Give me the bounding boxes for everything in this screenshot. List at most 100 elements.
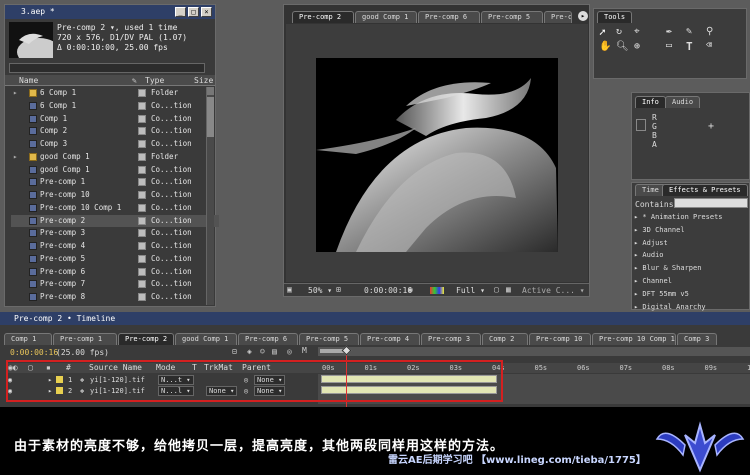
minimize-button[interactable]: _ — [175, 7, 186, 17]
pen-tool-icon[interactable]: ✒ — [666, 26, 672, 37]
label-color-swatch[interactable] — [138, 127, 146, 136]
timeline-tab[interactable]: Comp 3 — [677, 333, 717, 345]
comp-tab[interactable]: Pre-comp 2 — [292, 11, 354, 23]
project-item[interactable]: Pre-comp 6 Co...tion — [11, 266, 219, 279]
label-color-swatch[interactable] — [138, 89, 146, 97]
motion-blur-icon[interactable]: ◎ — [287, 347, 292, 356]
zoom-tool-icon[interactable]: 🔍︎ — [616, 41, 629, 52]
project-search-input[interactable] — [9, 63, 205, 73]
timeline-tab[interactable]: Comp 2 — [482, 333, 528, 345]
project-item[interactable]: Comp 2 Co...tion — [11, 125, 219, 138]
column-type[interactable]: Type — [145, 76, 164, 85]
comp-tab[interactable]: Pre-comp — [544, 11, 572, 23]
tab-info[interactable]: Info — [635, 96, 666, 108]
text-tool-icon[interactable]: T — [686, 40, 693, 53]
selection-tool-icon[interactable]: ➚ — [599, 26, 606, 39]
safe-zones-icon[interactable]: ⊞ — [336, 285, 341, 294]
project-item[interactable]: Pre-comp 3 Co...tion — [11, 227, 219, 240]
brush-tool-icon[interactable]: ✎ — [686, 26, 692, 37]
clone-stamp-tool-icon[interactable]: ⚲ — [706, 26, 713, 37]
label-color-swatch[interactable] — [138, 293, 146, 301]
timeline-tab[interactable]: Pre-comp 6 — [238, 333, 298, 345]
orbit-camera-tool-icon[interactable]: ⊕ — [634, 41, 640, 52]
project-item[interactable]: Pre-comp 10 Comp 1 Co...tion — [11, 202, 219, 215]
channel-colors-icon[interactable] — [430, 287, 444, 294]
label-color-swatch[interactable] — [138, 229, 146, 238]
contains-search-input[interactable] — [674, 198, 748, 208]
timeline-tab[interactable]: good Comp 1 — [175, 333, 237, 345]
label-color-swatch[interactable] — [138, 140, 146, 148]
comp-options-arrow-icon[interactable]: ▸ — [578, 11, 588, 21]
column-name[interactable]: Name — [19, 76, 38, 85]
tab-audio[interactable]: Audio — [665, 96, 701, 108]
timeline-tab[interactable]: Pre-comp 10 Comp 1 — [592, 333, 676, 345]
label-color-swatch[interactable] — [138, 216, 146, 225]
mask-tool-icon[interactable]: ▭ — [666, 40, 672, 51]
project-item[interactable]: ▸ 6 Comp 1 Folder — [11, 87, 219, 100]
project-item[interactable]: Pre-comp 1 Co...tion — [11, 176, 219, 189]
draft-3d-icon[interactable]: ◈ — [247, 347, 252, 356]
label-color-swatch[interactable] — [138, 203, 146, 212]
expand-arrow-icon[interactable]: ▸ — [13, 87, 18, 99]
resolution-dropdown[interactable]: Full ▾ — [456, 286, 485, 295]
timeline-current-time[interactable]: 0:00:00:16 — [10, 348, 58, 357]
timeline-titlebar[interactable]: Pre-comp 2 • Timeline — [0, 312, 750, 325]
project-item[interactable]: Comp 1 Co...tion — [11, 113, 219, 126]
label-color-swatch[interactable] — [138, 254, 146, 263]
comp-tab[interactable]: Pre-comp 5 — [481, 11, 543, 23]
effects-category[interactable]: ▸ 3D Channel — [634, 224, 685, 237]
effects-category[interactable]: ▸ Adjust — [634, 237, 668, 250]
tab-effects-presets[interactable]: Effects & Presets — [662, 184, 748, 196]
transparency-grid-icon[interactable]: ▦ — [506, 285, 511, 294]
comp-canvas[interactable] — [286, 24, 588, 282]
label-color-swatch[interactable] — [138, 191, 146, 199]
project-item[interactable]: Pre-comp 7 Co...tion — [11, 278, 219, 291]
label-color-swatch[interactable] — [138, 242, 146, 250]
project-item[interactable]: ▸ good Comp 1 Folder — [11, 151, 219, 164]
eraser-tool-icon[interactable]: ⌫ — [706, 40, 712, 51]
tab-tools[interactable]: Tools — [597, 11, 633, 23]
label-color-swatch[interactable] — [138, 152, 146, 161]
label-color-swatch[interactable] — [138, 114, 146, 123]
timeline-tab[interactable]: Pre-comp 1 — [53, 333, 117, 345]
timeline-tab[interactable]: Pre-comp 3 — [421, 333, 481, 345]
always-preview-icon[interactable]: ▣ — [287, 285, 292, 294]
scroll-up-arrow-icon[interactable] — [207, 87, 214, 95]
effects-category[interactable]: ▸ DFT 55mm v5 — [634, 288, 689, 301]
scroll-thumb[interactable] — [207, 97, 214, 137]
snapshot-icon[interactable]: ◉ — [408, 285, 413, 294]
pan-behind-tool-icon[interactable]: ⌖ — [634, 26, 640, 37]
hand-tool-icon[interactable]: ✋ — [599, 41, 611, 52]
effects-category[interactable]: ▸ Blur & Sharpen — [634, 262, 701, 275]
comp-tab[interactable]: Pre-comp 6 — [418, 11, 480, 23]
expand-arrow-icon[interactable]: ▸ — [13, 151, 18, 163]
timeline-tab[interactable]: Comp 1 — [4, 333, 52, 345]
effects-category[interactable]: ▸ Audio — [634, 249, 664, 262]
project-item[interactable]: Comp 3 Co...tion — [11, 138, 219, 151]
project-item[interactable]: 6 Comp 1 Co...tion — [11, 100, 219, 113]
effects-category[interactable]: ▸ Channel — [634, 275, 672, 288]
markers-icon[interactable]: M — [302, 346, 307, 355]
zoom-dropdown[interactable]: 50% ▾ — [308, 286, 332, 295]
close-button[interactable]: × — [201, 7, 212, 17]
project-scrollbar[interactable] — [206, 87, 214, 305]
comp-tab[interactable]: good Comp 1 — [355, 11, 417, 23]
project-item[interactable]: good Comp 1 Co...tion — [11, 164, 219, 177]
shy-icon[interactable]: ☺ — [260, 347, 265, 356]
label-color-swatch[interactable] — [138, 178, 146, 187]
maximize-button[interactable]: □ — [188, 7, 199, 17]
project-item[interactable]: Pre-comp 8 Co...tion — [11, 291, 219, 304]
timeline-tab[interactable]: Pre-comp 2 — [118, 333, 174, 345]
label-color-swatch[interactable] — [138, 267, 146, 276]
frame-blending-icon[interactable]: ▤ — [272, 347, 277, 356]
active-camera-dropdown[interactable]: Active C... ▾ — [522, 286, 585, 295]
project-item[interactable]: Pre-comp 5 Co...tion — [11, 253, 219, 266]
project-item[interactable]: Pre-comp 10 Co...tion — [11, 189, 219, 202]
effects-category[interactable]: ▸ * Animation Presets — [634, 211, 723, 224]
label-color-swatch[interactable] — [138, 165, 146, 174]
timeline-tab[interactable]: Pre-comp 10 — [529, 333, 591, 345]
current-time-display[interactable]: 0:00:00:16 — [364, 286, 412, 295]
label-color-swatch[interactable] — [138, 280, 146, 289]
label-column-icon[interactable]: ✎ — [132, 76, 137, 85]
project-item[interactable]: Pre-comp 2 Co...tion — [11, 214, 219, 228]
